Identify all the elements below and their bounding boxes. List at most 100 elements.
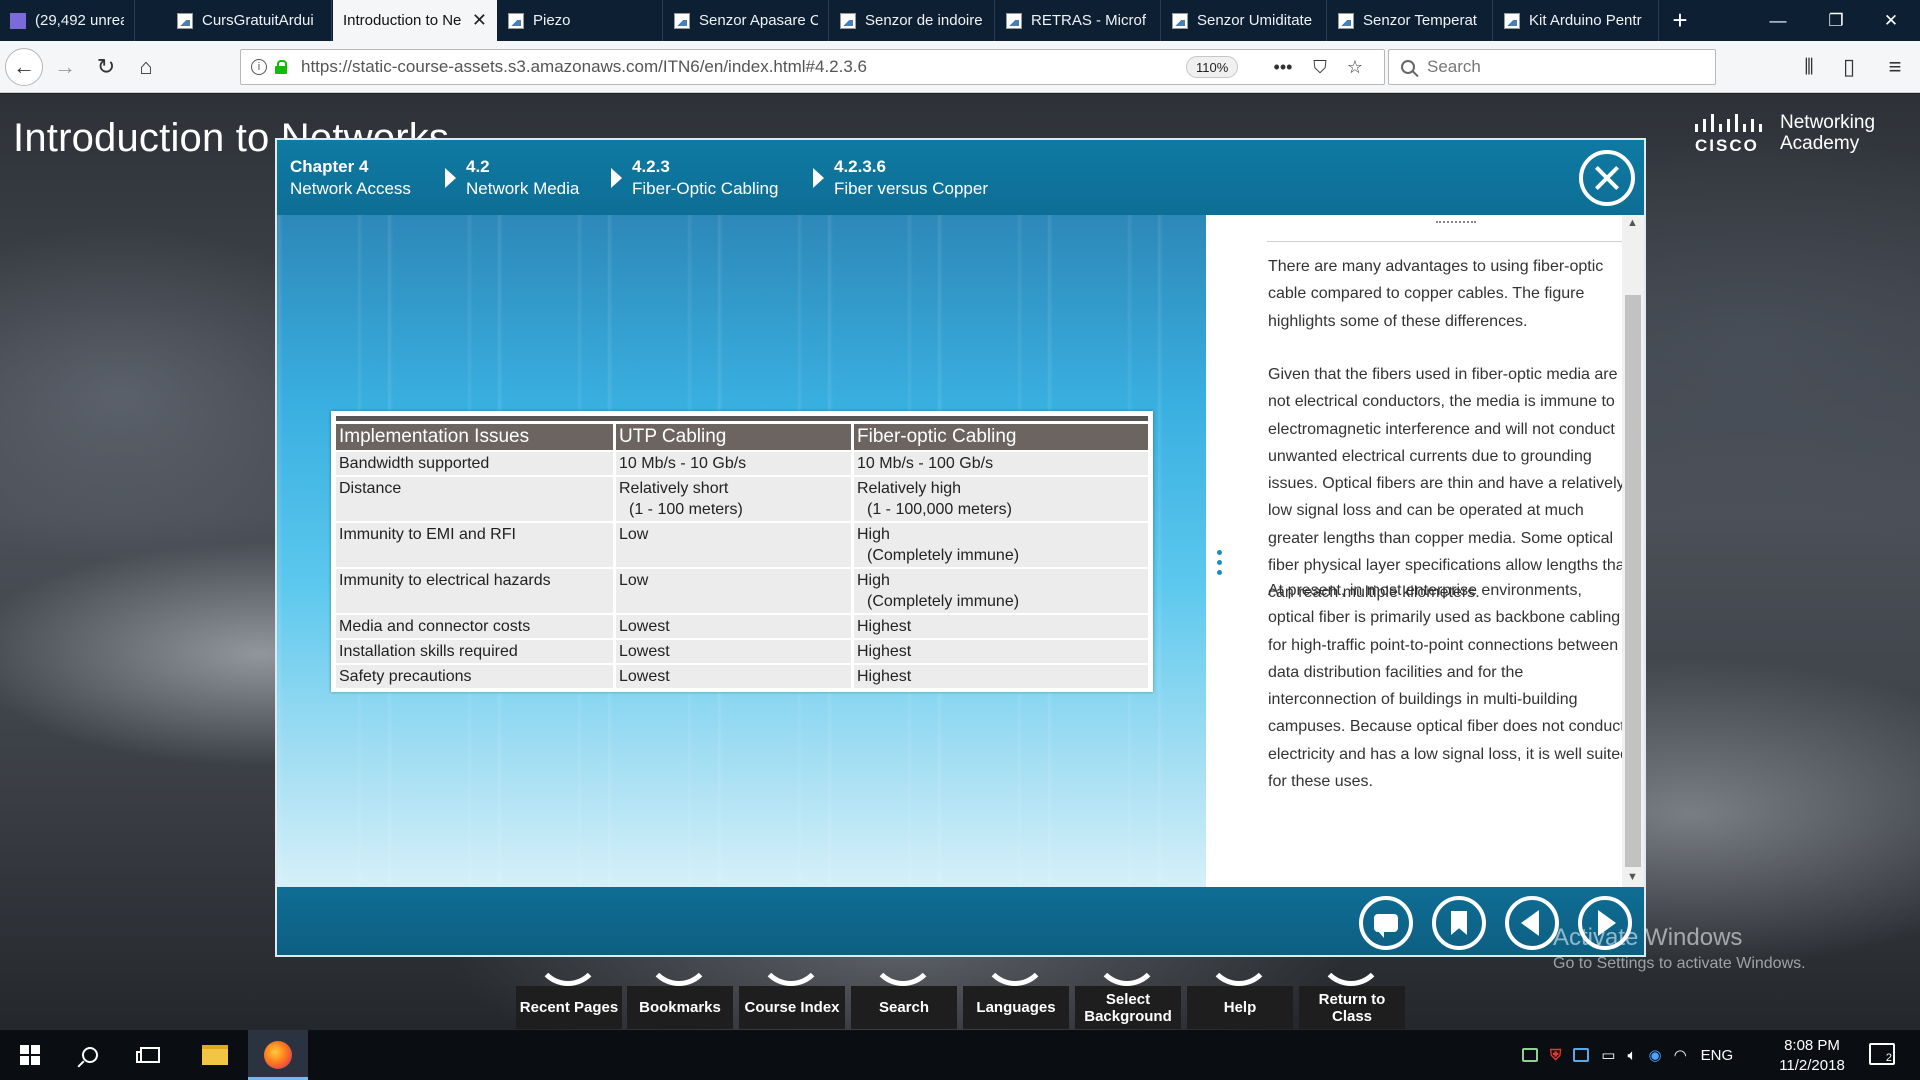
address-bar[interactable]: i https://static-course-assets.s3.amazon… [240,49,1385,85]
info-icon[interactable]: i [251,59,267,75]
utp-cell: Low [616,523,851,567]
tab-cursgratuit[interactable]: CursGratuitArdui [167,0,332,41]
tab-senzor-umiditate[interactable]: Senzor Umiditate [1162,0,1327,41]
help-button[interactable]: Help [1187,986,1293,1029]
new-tab-plus-icon[interactable]: + [1665,0,1695,41]
search-bar[interactable] [1388,49,1716,85]
languages-button[interactable]: Languages [963,986,1069,1029]
home-icon[interactable]: ⌂ [129,50,163,84]
tab-mail[interactable]: (29,492 unread) - [0,0,135,41]
tab-senzor-indoire[interactable]: Senzor de indoire [830,0,995,41]
fiber-cell: Highest [854,615,1148,638]
network-app-icon[interactable]: ◉ [1648,1046,1661,1064]
tab-label: Senzor Umiditate [1197,12,1313,29]
watermark-line-1: Activate Windows [1553,924,1743,951]
utp-cell: Lowest [616,665,851,688]
action-center-icon[interactable]: 2 [1869,1043,1895,1065]
bookmark-icon [1451,911,1467,935]
tab-introduction-to-networks[interactable]: Introduction to Ne ✕ [333,0,497,41]
table-row: Immunity to EMI and RFI Low High (Complet… [336,523,1148,567]
volume-icon[interactable]: 🔈︎ [1627,1047,1636,1064]
close-modal-button[interactable] [1579,150,1635,206]
menu-icon[interactable]: ≡ [1878,50,1912,84]
watermark-line-2: Go to Settings to activate Windows. [1553,955,1806,972]
back-arrow-icon[interactable]: ← [5,48,43,86]
previous-arrow-icon [1521,910,1539,936]
fiber-cell: Highest [854,665,1148,688]
taskbar-clock[interactable]: 8:08 PM 11/2/2018 [1772,1036,1852,1076]
paragraph-2: Given that the fibers used in fiber-opti… [1268,366,1622,602]
restore-icon[interactable]: ❐ [1807,0,1865,41]
chat-icon [1374,914,1398,938]
security-tray-icon[interactable] [1522,1048,1538,1062]
navigation-toolbar: ← → ↻ ⌂ i https://static-course-assets.s… [0,41,1920,93]
drag-handle-icon[interactable] [1217,550,1223,580]
recent-pages-button[interactable]: Recent Pages [516,986,622,1029]
select-background-button[interactable]: Select Background [1075,986,1181,1029]
scroll-up-icon[interactable]: ▲ [1627,217,1638,229]
taskbar-search-button[interactable] [60,1030,120,1080]
start-button[interactable] [0,1030,60,1080]
app-tray-icon[interactable] [1573,1048,1590,1062]
battery-icon[interactable]: ▭ [1601,1046,1615,1064]
shield-tray-icon[interactable]: ⛨ [1550,1047,1561,1064]
previous-page-button[interactable] [1505,896,1559,950]
cell-value: Relatively short [619,480,729,497]
file-explorer-button[interactable] [185,1030,245,1080]
divider [1267,241,1622,242]
breadcrumb-section[interactable]: 4.2 Network Media [466,156,579,200]
forward-arrow-icon[interactable]: → [48,50,82,84]
language-indicator[interactable]: ENG [1701,1047,1734,1064]
firefox-icon [264,1041,292,1069]
scrollbar-thumb[interactable] [1625,295,1641,867]
tab-piezo[interactable]: Piezo [498,0,663,41]
search-input[interactable] [1427,57,1707,77]
page-icon [1006,12,1022,29]
bookmarks-button[interactable]: Bookmarks [627,986,733,1029]
pocket-icon[interactable]: ⛉ [1308,55,1332,79]
tab-kit-arduino[interactable]: Kit Arduino Pentr [1494,0,1659,41]
text-scrollbar[interactable]: ▲ ▼ [1622,215,1644,887]
search-icon [1401,60,1415,74]
wifi-icon[interactable]: ◠ [1674,1046,1687,1064]
languages-ring-icon [982,920,1048,986]
issue-cell: Distance [336,477,613,521]
cell-value: Lowest [619,643,670,660]
course-index-button[interactable]: Course Index [739,986,845,1029]
return-to-class-button[interactable]: Return to Class [1299,986,1405,1029]
fiber-cell: Highest [854,640,1148,663]
clock-date: 11/2/2018 [1779,1057,1845,1074]
zoom-level-badge[interactable]: 110% [1186,56,1239,78]
tab-senzor-temperatura[interactable]: Senzor Temperat [1328,0,1493,41]
cell-value: Highest [857,618,912,635]
reload-icon[interactable]: ↻ [89,50,123,84]
scroll-down-icon[interactable]: ▼ [1627,871,1638,883]
cisco-wordmark: CISCO [1695,136,1759,155]
utp-cell: Low [616,569,851,613]
window-close-icon[interactable]: ✕ [1862,0,1920,41]
sidebar-icon[interactable]: ▯ [1832,50,1866,84]
url-text[interactable]: https://static-course-assets.s3.amazonaw… [301,57,867,77]
header-cell: Implementation Issues [336,424,613,450]
search-button[interactable]: Search [851,986,957,1029]
firefox-taskbar-icon-wrap[interactable] [248,1030,308,1080]
minimize-icon[interactable]: — [1749,0,1807,41]
breadcrumb-topic[interactable]: 4.2.3 Fiber-Optic Cabling [632,156,778,200]
breadcrumb-arrow-icon [813,168,824,188]
text-pane: There are many advantages to using fiber… [1236,215,1622,887]
task-view-button[interactable] [120,1030,180,1080]
bookmark-button[interactable] [1432,896,1486,950]
bookmark-star-icon[interactable]: ☆ [1343,55,1367,79]
tab-retras[interactable]: RETRAS - Microf [996,0,1161,41]
cell-value: Highest [857,643,912,660]
breadcrumb-page[interactable]: 4.2.3.6 Fiber versus Copper [834,156,988,200]
pane-divider[interactable] [1206,215,1216,887]
issue-cell: Immunity to electrical hazards [336,569,613,613]
breadcrumb-chapter[interactable]: Chapter 4 Network Access [290,156,411,200]
close-tab-icon[interactable]: ✕ [464,10,487,31]
page-icon [508,12,524,29]
library-icon[interactable]: ⫴ [1792,50,1826,84]
clipped-text-remnant [1436,215,1476,223]
tab-senzor-apasare[interactable]: Senzor Apasare C [664,0,829,41]
page-actions-icon[interactable]: ••• [1271,55,1295,79]
